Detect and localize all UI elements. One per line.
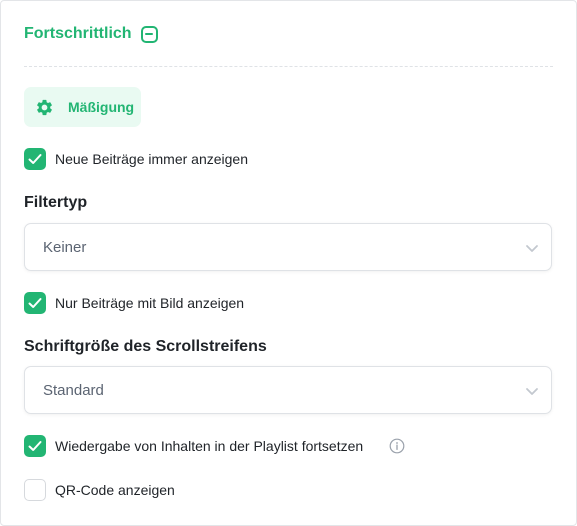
filter-type-value: Keiner [43,238,87,256]
show-qr-code-checkbox[interactable] [24,478,46,501]
gear-icon [35,98,54,117]
moderation-button[interactable]: Mäßigung [24,87,141,127]
ticker-font-size-label: Schriftgröße des Scrollstreifens [24,338,267,355]
show-new-posts-label: Neue Beiträge immer anzeigen [55,150,248,167]
image-posts-only-checkbox[interactable] [24,291,46,314]
continue-playlist-label: Wiedergabe von Inhalten in der Playlist … [55,437,364,454]
collapse-button[interactable] [140,25,158,43]
section-title: Fortschrittlich [24,25,132,42]
checkmark-icon [28,153,42,164]
filter-type-select[interactable]: Keiner [24,223,552,271]
info-icon[interactable] [389,438,405,454]
moderation-label: Mäßigung [68,99,135,115]
option-show-new-posts: Neue Beiträge immer anzeigen [24,147,248,170]
show-qr-code-label: QR-Code anzeigen [55,481,175,498]
option-continue-playlist: Wiedergabe von Inhalten in der Playlist … [24,434,405,457]
option-image-posts-only: Nur Beiträge mit Bild anzeigen [24,291,244,314]
option-show-qr-code: QR-Code anzeigen [24,478,175,501]
image-posts-only-label: Nur Beiträge mit Bild anzeigen [55,294,245,311]
filter-type-label: Filtertyp [24,194,88,211]
checkmark-icon [28,297,42,308]
ticker-font-size-value: Standard [43,381,104,399]
ticker-font-size-select[interactable]: Standard [24,366,552,414]
continue-playlist-checkbox[interactable] [24,434,46,457]
section-header: Fortschrittlich [24,23,158,45]
section-divider [24,66,553,67]
minus-icon [145,33,154,35]
show-new-posts-checkbox[interactable] [24,147,46,170]
chevron-down-icon [526,388,538,395]
chevron-down-icon [526,245,538,252]
checkmark-icon [28,440,42,451]
settings-panel: Fortschrittlich Mäßigung Neue Beiträge i… [0,0,577,526]
